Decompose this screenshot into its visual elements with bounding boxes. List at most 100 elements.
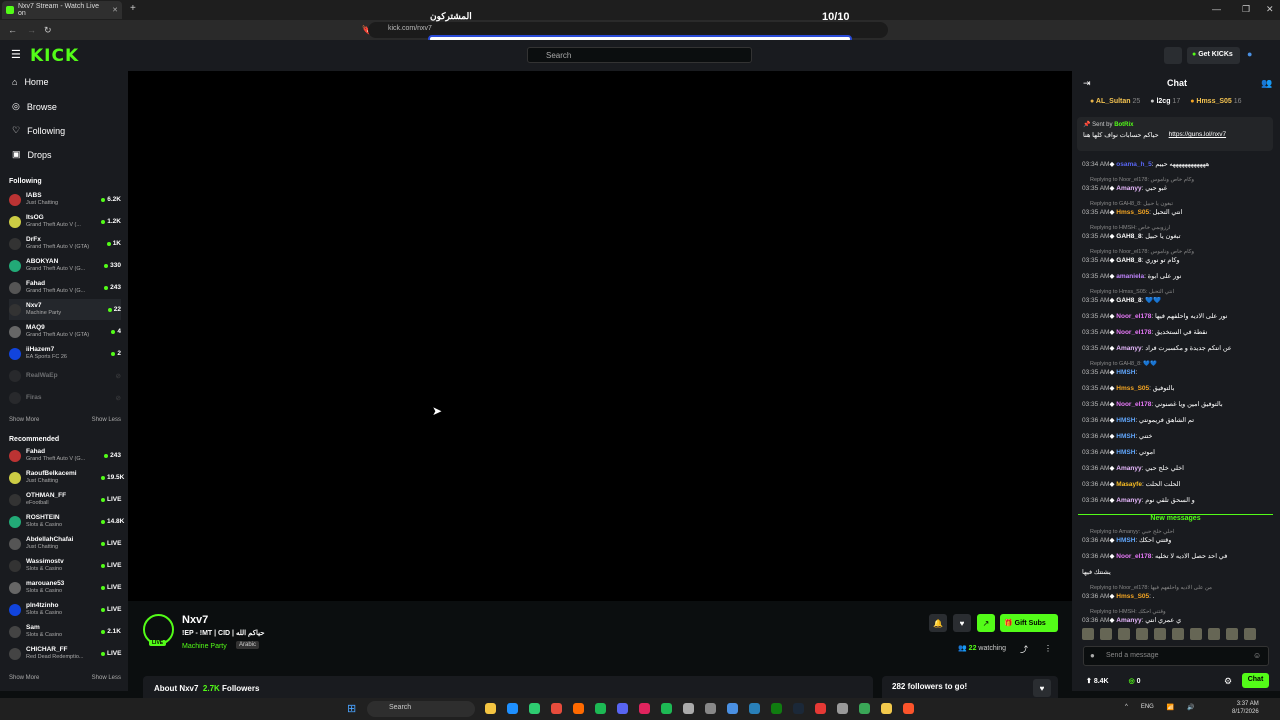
new-tab-button[interactable]: +: [130, 3, 136, 14]
sidebar-channel-itsog[interactable]: ItsOG Grand Theft Auto V (... 1.2K: [9, 211, 121, 232]
chat-username[interactable]: GAH8_8: [1116, 233, 1141, 240]
chat-message[interactable]: 03:36 AM◆ Hmss_S05: .: [1082, 593, 1272, 601]
emote-icon[interactable]: [1208, 628, 1220, 640]
chat-username[interactable]: HMSH: [1116, 537, 1135, 544]
chat-message[interactable]: 03:35 AM◆ GAH8_8: وكام تو نوري: [1082, 257, 1272, 265]
chat-message[interactable]: 03:35 AM◆ GAH8_8: 💙💙: [1082, 297, 1272, 305]
sidebar-channel-iabs[interactable]: IABS Just Chatting 6.2K: [9, 189, 121, 210]
chat-username[interactable]: Amanyy: [1116, 345, 1141, 352]
sidebar-channel-raoufbelkacemi[interactable]: RaoufBelkacemi Just Chatting 19.5K: [9, 467, 124, 488]
sidebar-channel-othman_ff[interactable]: OTHMAN_FF eFootball LIVE: [9, 489, 121, 510]
sidebar-nav-browse[interactable]: ◎ Browse: [12, 101, 57, 112]
gifter-l2cg[interactable]: ● l2cg 17: [1150, 98, 1180, 105]
chat-username[interactable]: Noor_el178: [1116, 329, 1151, 336]
close-window-icon[interactable]: ✕: [1266, 4, 1274, 15]
chat-message[interactable]: 03:35 AM◆ Noor_el178: نور على الاديه واح…: [1082, 313, 1272, 321]
sidebar-channel-fahad[interactable]: Fahad Grand Theft Auto V (G... 243: [9, 445, 121, 466]
theater-mode-icon[interactable]: [1164, 47, 1182, 64]
chat-username[interactable]: osama_h_5: [1116, 161, 1151, 168]
kicks-stat[interactable]: ⬆ 8.4K: [1086, 677, 1109, 685]
sidebar-channel-abokyan[interactable]: ABOKYAN Grand Theft Auto V (G... 330: [9, 255, 121, 276]
taskbar-search[interactable]: Search: [367, 701, 475, 717]
app-icon[interactable]: [815, 703, 826, 714]
show-more-button[interactable]: Show More: [9, 417, 39, 423]
xbox-icon[interactable]: [771, 703, 782, 714]
chat-username[interactable]: GAH8_8: [1116, 297, 1141, 304]
new-messages-divider[interactable]: New messages: [1078, 514, 1273, 522]
sidebar-channel-pln4tzinho[interactable]: pln4tzinho Slots & Casino LIVE: [9, 599, 121, 620]
emote-icon[interactable]: [1190, 628, 1202, 640]
chat-message[interactable]: 03:35 AM◆ Amanyy: غبو حبي: [1082, 185, 1272, 193]
chat-message[interactable]: 03:36 AM◆ Masayfe: الحلت الحلت: [1082, 481, 1272, 489]
more-options-icon[interactable]: ⋮: [1044, 644, 1052, 653]
chat-username[interactable]: GAH8_8: [1116, 257, 1141, 264]
collapse-chat-icon[interactable]: ⇥: [1083, 78, 1091, 89]
chat-message[interactable]: 03:34 AM◆ osama_h_5: ههههههههههههه حييم: [1082, 161, 1272, 169]
sidebar-channel-marouane53[interactable]: marouane53 Slots & Casino LIVE: [9, 577, 121, 598]
chevron-up-icon[interactable]: ^: [1125, 704, 1128, 711]
streamer-name[interactable]: Nxv7: [182, 614, 208, 626]
chat-settings-icon[interactable]: ⚙: [1224, 676, 1232, 687]
brave-icon[interactable]: [903, 703, 914, 714]
settings-icon[interactable]: [683, 703, 694, 714]
sidebar-channel-maq9[interactable]: MAQ9 Grand Theft Auto V (GTA) 4: [9, 321, 121, 342]
minimize-icon[interactable]: —: [1212, 4, 1221, 14]
chat-username[interactable]: Amanyy: [1116, 497, 1141, 504]
app-icon[interactable]: [881, 703, 892, 714]
app-icon[interactable]: [859, 703, 870, 714]
kick-logo[interactable]: KICK: [30, 46, 79, 66]
emote-icon[interactable]: [1118, 628, 1130, 640]
chat-message[interactable]: 03:35 AM◆ Hmss_S05: بالتوفيق: [1082, 385, 1272, 393]
brave-icon[interactable]: [551, 703, 562, 714]
gifter-al_sultan[interactable]: ● AL_Sultan 25: [1090, 98, 1140, 105]
wifi-icon[interactable]: 📶: [1167, 704, 1174, 711]
sidebar-nav-drops[interactable]: ▣ Drops: [12, 149, 52, 160]
back-icon[interactable]: ←: [8, 25, 17, 35]
sidebar-nav-home[interactable]: ⌂ Home: [12, 77, 48, 87]
points-stat[interactable]: ◎ 0: [1129, 677, 1141, 685]
follow-heart-icon[interactable]: ♥: [953, 614, 971, 632]
show-less-button[interactable]: Show Less: [92, 417, 121, 423]
edge-icon[interactable]: [507, 703, 518, 714]
app-icon[interactable]: [837, 703, 848, 714]
chat-username[interactable]: Hmss_S05: [1116, 593, 1149, 600]
subscribe-button[interactable]: ↗: [977, 614, 995, 632]
chat-message[interactable]: 03:35 AM◆ Noor_el178: بالتوفيق امين ويا …: [1082, 401, 1272, 409]
user-avatar[interactable]: ●: [1247, 49, 1252, 59]
gifter-hmss_s05[interactable]: ● Hmss_S05 16: [1190, 98, 1241, 105]
close-tab-icon[interactable]: ✕: [112, 6, 118, 14]
share-icon[interactable]: ⤴: [1020, 644, 1028, 655]
chat-message[interactable]: 03:35 AM◆ amaniela: نور على ابوة: [1082, 273, 1272, 281]
file-explorer-icon[interactable]: [485, 703, 496, 714]
chat-message[interactable]: 03:36 AM◆ Amanyy: و السحق تلقي نوم: [1082, 497, 1272, 505]
sidebar-channel-iihazem7[interactable]: iiHazem7 EA Sports FC 26 2: [9, 343, 121, 364]
maximize-icon[interactable]: ❐: [1242, 4, 1250, 15]
volume-icon[interactable]: 🔊: [1187, 704, 1194, 711]
sidebar-channel-sam[interactable]: Sam Slots & Casino 2.1K: [9, 621, 121, 642]
chat-username[interactable]: HMSH: [1116, 449, 1135, 456]
chat-username[interactable]: amaniela: [1116, 273, 1144, 280]
video-player[interactable]: [128, 71, 1072, 601]
chat-username[interactable]: Hmss_S05: [1116, 209, 1149, 216]
browser-tab[interactable]: Nxv7 Stream - Watch Live on ✕: [2, 1, 122, 19]
show-less-button[interactable]: Show Less: [92, 675, 121, 681]
chat-username[interactable]: Amanyy: [1116, 185, 1141, 192]
sidebar-channel-fahad[interactable]: Fahad Grand Theft Auto V (G... 243: [9, 277, 121, 298]
goal-heart-icon[interactable]: ♥: [1033, 679, 1051, 697]
chat-username[interactable]: Noor_el178: [1116, 553, 1151, 560]
chat-message[interactable]: 03:36 AM◆ Amanyy: اخلي خلج حبي: [1082, 465, 1272, 473]
sidebar-channel-chichar_ff[interactable]: CHICHAR_FF Red Dead Redemptio... LIVE: [9, 643, 121, 664]
get-kicks-button[interactable]: ● Get KICKs: [1187, 47, 1240, 64]
language-tag[interactable]: Arabic: [236, 641, 260, 649]
youtube-icon[interactable]: [639, 703, 650, 714]
gift-subs-button[interactable]: 🎁 Gift Subs: [1000, 614, 1058, 632]
discord-icon[interactable]: [617, 703, 628, 714]
sidebar-channel-nxv7[interactable]: Nxv7 Machine Party 22: [9, 299, 121, 320]
chat-message[interactable]: 03:36 AM◆ Noor_el178: في احد حصل الاديه …: [1082, 553, 1272, 561]
chat-message[interactable]: 03:35 AM◆ GAH8_8: تبغون يا حبيل: [1082, 233, 1272, 241]
chat-username[interactable]: HMSH: [1116, 369, 1135, 376]
send-chat-button[interactable]: Chat: [1242, 673, 1269, 688]
chat-message[interactable]: 03:35 AM◆ HMSH:: [1082, 369, 1272, 377]
spotify-icon[interactable]: [595, 703, 606, 714]
emote-icon[interactable]: [1154, 628, 1166, 640]
